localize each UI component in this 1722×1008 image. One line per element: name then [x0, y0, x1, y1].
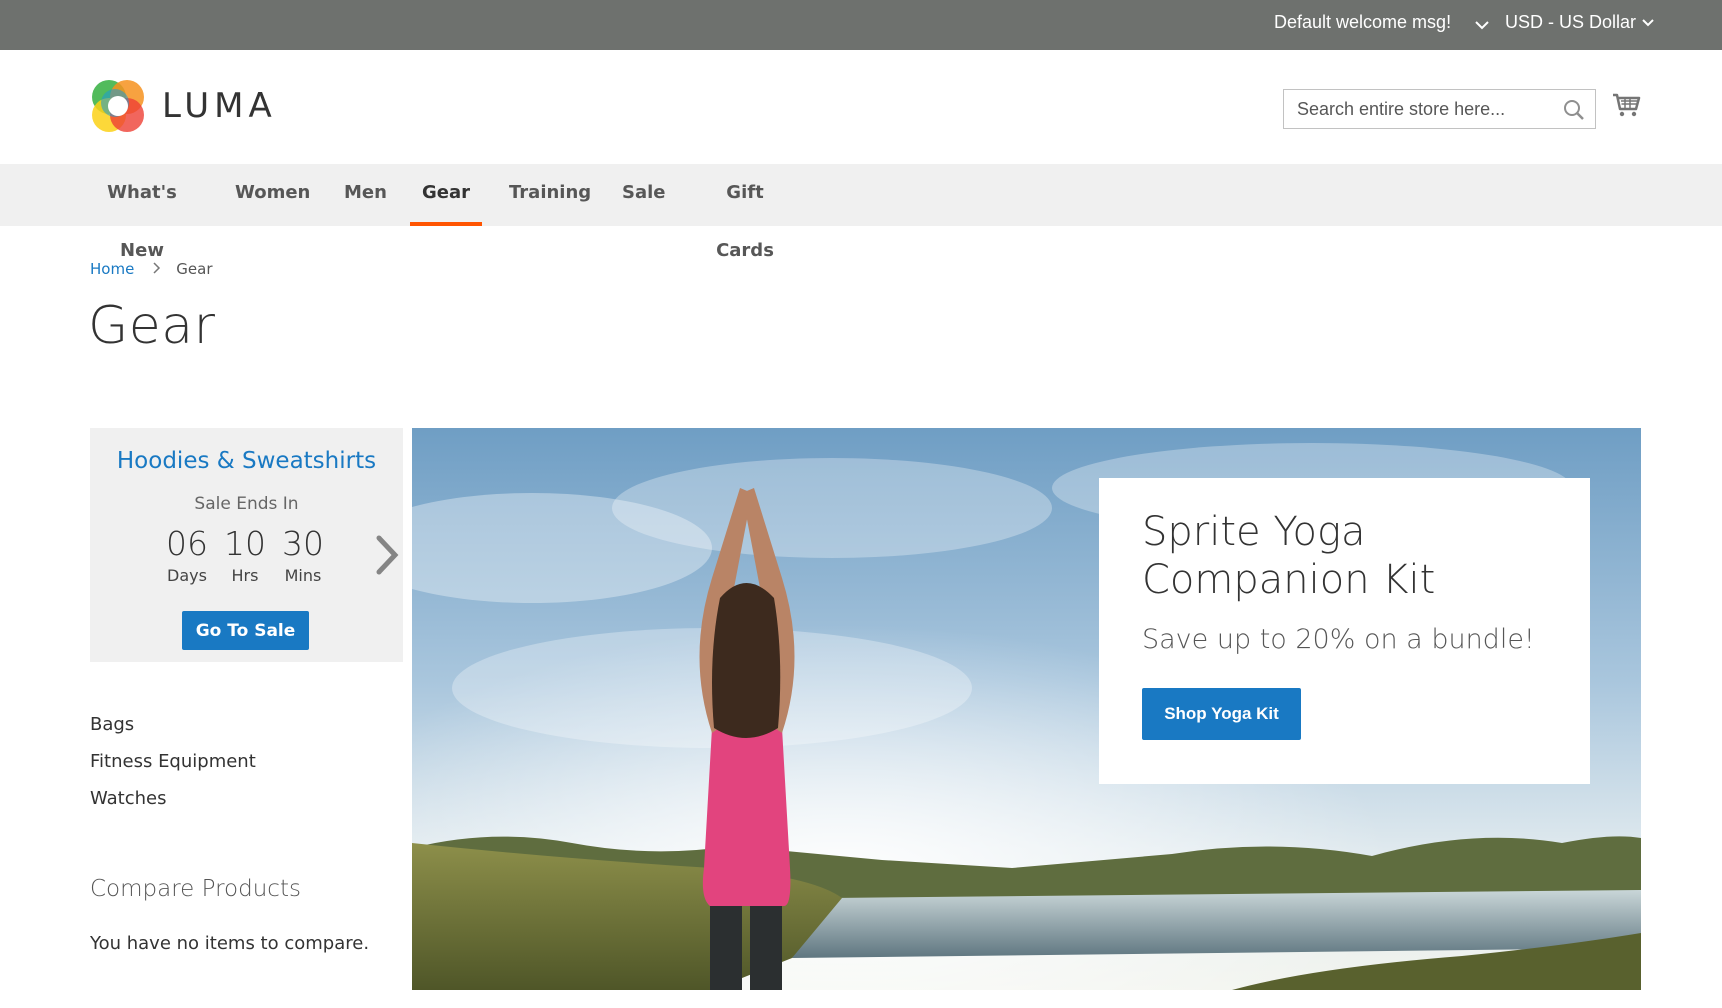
- nav-item-gear[interactable]: Gear: [410, 164, 482, 226]
- compare-empty-message: You have no items to compare.: [90, 933, 370, 954]
- hero-banner[interactable]: Sprite Yoga Companion Kit Save up to 20%…: [412, 428, 1641, 990]
- welcome-chevron-down-icon[interactable]: [1470, 10, 1494, 36]
- nav-item-training[interactable]: Training: [509, 164, 591, 226]
- nav-item-whats-new[interactable]: What's New: [90, 164, 194, 261]
- countdown-hours: 10 Hrs: [218, 524, 272, 585]
- search-box: [1283, 89, 1596, 129]
- nav-item-gift-cards[interactable]: Gift Cards: [701, 164, 789, 261]
- breadcrumb: Home Gear: [90, 258, 213, 280]
- top-bar: Default welcome msg! USD - US Dollar: [0, 0, 1722, 50]
- luma-logo[interactable]: LUMA: [90, 78, 277, 134]
- search-input[interactable]: [1284, 90, 1554, 128]
- nav-item-women[interactable]: Women: [235, 164, 310, 226]
- logo-text: LUMA: [162, 86, 277, 126]
- search-icon[interactable]: [1563, 99, 1585, 121]
- hero-title: Sprite Yoga Companion Kit: [1142, 509, 1436, 603]
- countdown-days-value: 06: [166, 524, 208, 563]
- countdown-hours-value: 10: [224, 524, 266, 563]
- countdown-days: 06 Days: [160, 524, 214, 585]
- sale-promo-block: Hoodies & Sweatshirts Sale Ends In 06 Da…: [90, 428, 403, 662]
- nav-item-men[interactable]: Men: [344, 164, 387, 226]
- nav-item-sale[interactable]: Sale: [622, 164, 666, 226]
- hero-card: Sprite Yoga Companion Kit Save up to 20%…: [1099, 478, 1590, 784]
- shop-yoga-kit-button[interactable]: Shop Yoga Kit: [1142, 688, 1301, 740]
- compare-products-title: Compare Products: [90, 876, 301, 902]
- promo-title[interactable]: Hoodies & Sweatshirts: [90, 448, 403, 474]
- countdown-minutes: 30 Mins: [276, 524, 330, 585]
- countdown-minutes-value: 30: [282, 524, 324, 563]
- go-to-sale-button[interactable]: Go To Sale: [182, 611, 309, 650]
- cart-icon[interactable]: [1611, 90, 1641, 120]
- promo-subtitle: Sale Ends In: [194, 494, 299, 514]
- chevron-down-icon: [1642, 19, 1654, 27]
- luma-logo-icon: [92, 80, 144, 132]
- countdown-days-label: Days: [167, 566, 207, 585]
- welcome-message: Default welcome msg!: [1274, 12, 1452, 32]
- currency-switcher[interactable]: USD - US Dollar: [1505, 0, 1656, 44]
- currency-label: USD - US Dollar: [1505, 12, 1637, 32]
- category-link-watches[interactable]: Watches: [90, 788, 167, 809]
- breadcrumb-separator-icon: [152, 260, 162, 278]
- breadcrumb-home[interactable]: Home: [90, 260, 134, 278]
- chevron-right-icon[interactable]: [373, 532, 401, 578]
- countdown-minutes-label: Mins: [284, 566, 322, 585]
- hero-subtitle: Save up to 20% on a bundle!: [1142, 624, 1535, 655]
- category-link-bags[interactable]: Bags: [90, 714, 134, 735]
- breadcrumb-current: Gear: [176, 260, 213, 278]
- page-title: Gear: [88, 296, 216, 356]
- main-navigation: What's New Women Men Gear Training Sale …: [0, 164, 1722, 261]
- countdown-timer: 06 Days 10 Hrs 30 Mins: [160, 524, 330, 585]
- countdown-hours-label: Hrs: [231, 566, 259, 585]
- category-link-fitness-equipment[interactable]: Fitness Equipment: [90, 751, 256, 772]
